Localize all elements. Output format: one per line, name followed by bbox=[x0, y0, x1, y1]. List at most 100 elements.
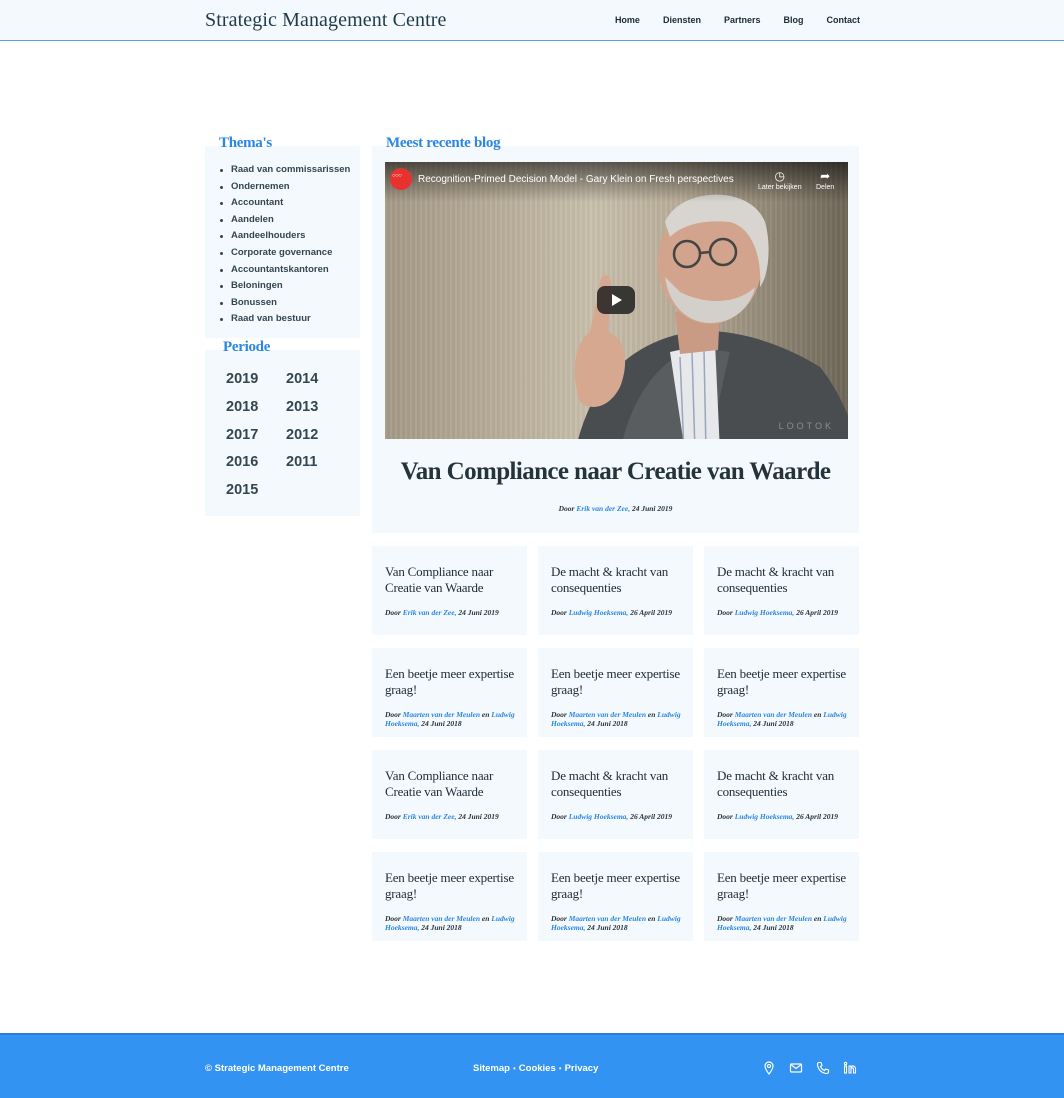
blog-card-title[interactable]: Een beetje meer expertise graag! bbox=[717, 666, 846, 698]
author-link[interactable]: Maarten van der Meulen bbox=[569, 710, 646, 719]
blog-card[interactable]: Een beetje meer expertise graag! Door Maa… bbox=[704, 648, 859, 737]
mail-icon[interactable] bbox=[789, 1061, 803, 1075]
byline-prefix: Door bbox=[551, 608, 567, 617]
blog-card[interactable]: Een beetje meer expertise graag! Door Maa… bbox=[538, 648, 693, 737]
year-link[interactable]: 2011 bbox=[286, 452, 346, 473]
location-icon[interactable] bbox=[762, 1061, 776, 1075]
thema-item[interactable]: Aandeelhouders bbox=[219, 228, 350, 245]
channel-logo-icon[interactable] bbox=[390, 168, 412, 190]
phone-icon[interactable] bbox=[816, 1061, 830, 1075]
blog-card[interactable]: Een beetje meer expertise graag! Door Maa… bbox=[372, 648, 527, 737]
blog-card-title[interactable]: Een beetje meer expertise graag! bbox=[385, 666, 514, 698]
author-link[interactable]: Maarten van der Meulen bbox=[403, 914, 480, 923]
blog-card[interactable]: De macht & kracht van consequenties Door … bbox=[538, 750, 693, 839]
byline-conjunction: en bbox=[481, 710, 490, 719]
nav-diensten[interactable]: Diensten bbox=[663, 15, 701, 25]
blog-card[interactable]: Een beetje meer expertise graag! Door Maa… bbox=[538, 852, 693, 941]
recent-blog-title: Meest recente blog bbox=[386, 135, 501, 151]
thema-item[interactable]: Raad van commissarissen bbox=[219, 162, 350, 179]
blog-card-title[interactable]: Een beetje meer expertise graag! bbox=[717, 870, 846, 902]
blog-card[interactable]: Van Compliance naar Creatie van Waarde Do… bbox=[372, 546, 527, 635]
author-link[interactable]: Maarten van der Meulen bbox=[735, 710, 812, 719]
thema-item[interactable]: Aandelen bbox=[219, 212, 350, 229]
thema-item[interactable]: Ondernemen bbox=[219, 179, 350, 196]
byline-prefix: Door bbox=[717, 710, 733, 719]
byline-date: 26 April 2019 bbox=[630, 812, 672, 821]
nav-contact[interactable]: Contact bbox=[827, 15, 861, 25]
nav-partners[interactable]: Partners bbox=[724, 15, 761, 25]
thema-item[interactable]: Accountant bbox=[219, 195, 350, 212]
blog-card-title[interactable]: Een beetje meer expertise graag! bbox=[385, 870, 514, 902]
year-link[interactable]: 2015 bbox=[226, 480, 286, 501]
byline-prefix: Door bbox=[551, 710, 567, 719]
video-title[interactable]: Recognition-Primed Decision Model - Gary… bbox=[418, 174, 734, 185]
privacy-link[interactable]: Privacy bbox=[565, 1063, 599, 1074]
author-link[interactable]: Maarten van der Meulen bbox=[735, 914, 812, 923]
blog-card-title[interactable]: Van Compliance naar Creatie van Waarde bbox=[385, 564, 514, 596]
author-link[interactable]: Ludwig Hoeksema, bbox=[735, 608, 795, 617]
periode-title: Periode bbox=[223, 339, 271, 355]
share-label: Delen bbox=[816, 184, 835, 191]
play-button[interactable] bbox=[597, 286, 635, 314]
year-link[interactable]: 2017 bbox=[226, 425, 286, 446]
byline-date: 24 Juni 2019 bbox=[458, 608, 499, 617]
blog-card[interactable]: De macht & kracht van consequenties Door … bbox=[538, 546, 693, 635]
featured-blog-title[interactable]: Van Compliance naar Creatie van Waarde bbox=[372, 458, 859, 486]
author-link[interactable]: Ludwig Hoeksema, bbox=[569, 812, 629, 821]
blog-card-title[interactable]: Een beetje meer expertise graag! bbox=[551, 870, 680, 902]
byline-conjunction: en bbox=[647, 914, 656, 923]
year-link[interactable]: 2012 bbox=[286, 425, 346, 446]
share-button[interactable]: ➦ Delen bbox=[816, 168, 834, 191]
byline-date: 26 April 2019 bbox=[630, 608, 672, 617]
blog-card-title[interactable]: Van Compliance naar Creatie van Waarde bbox=[385, 768, 514, 800]
nav-home[interactable]: Home bbox=[615, 15, 640, 25]
year-link[interactable]: 2019 bbox=[226, 369, 286, 390]
themas-list: Raad van commissarissen Ondernemen Accou… bbox=[219, 162, 350, 328]
year-link[interactable]: 2018 bbox=[226, 397, 286, 418]
blog-card[interactable]: Van Compliance naar Creatie van Waarde Do… bbox=[372, 750, 527, 839]
blog-card[interactable]: Een beetje meer expertise graag! Door Maa… bbox=[372, 852, 527, 941]
author-link[interactable]: Maarten van der Meulen bbox=[569, 914, 646, 923]
byline-date: 26 April 2019 bbox=[796, 812, 838, 821]
author-link[interactable]: Maarten van der Meulen bbox=[403, 710, 480, 719]
blog-card[interactable]: Een beetje meer expertise graag! Door Maa… bbox=[704, 852, 859, 941]
author-link[interactable]: Erik van der Zee, bbox=[403, 608, 457, 617]
byline-date: 24 Juni 2018 bbox=[753, 923, 794, 932]
author-link[interactable]: Ludwig Hoeksema, bbox=[735, 812, 795, 821]
author-link[interactable]: Erik van der Zee, bbox=[576, 504, 630, 513]
byline-prefix: Door bbox=[551, 812, 567, 821]
site-header: Strategic Management Centre Home Dienste… bbox=[0, 0, 1064, 41]
thema-item[interactable]: Raad van bestuur bbox=[219, 311, 350, 328]
blog-card-title[interactable]: De macht & kracht van consequenties bbox=[717, 768, 846, 800]
year-link[interactable]: 2014 bbox=[286, 369, 346, 390]
blog-card-title[interactable]: De macht & kracht van consequenties bbox=[717, 564, 846, 596]
author-link[interactable]: Ludwig Hoeksema, bbox=[569, 608, 629, 617]
watch-later-button[interactable]: ◷ Later bekijken bbox=[758, 168, 802, 191]
byline-prefix: Door bbox=[558, 504, 575, 513]
blog-card-byline: Door Erik van der Zee, 24 Juni 2019 bbox=[385, 608, 520, 617]
year-link[interactable]: 2013 bbox=[286, 397, 346, 418]
thema-item[interactable]: Beloningen bbox=[219, 278, 350, 295]
linkedin-icon[interactable] bbox=[843, 1061, 857, 1075]
nav-blog[interactable]: Blog bbox=[784, 15, 804, 25]
thema-item[interactable]: Corporate governance bbox=[219, 245, 350, 262]
blog-card-title[interactable]: De macht & kracht van consequenties bbox=[551, 564, 680, 596]
site-brand[interactable]: Strategic Management Centre bbox=[205, 9, 447, 32]
video-thumbnail-person bbox=[574, 194, 848, 439]
blog-card[interactable]: De macht & kracht van consequenties Door … bbox=[704, 750, 859, 839]
byline-conjunction: en bbox=[813, 710, 822, 719]
byline-date: 24 Juni 2018 bbox=[753, 719, 794, 728]
blog-card[interactable]: De macht & kracht van consequenties Door … bbox=[704, 546, 859, 635]
featured-byline: Door Erik van der Zee, 24 Juni 2019 bbox=[372, 504, 859, 513]
cookies-link[interactable]: Cookies bbox=[519, 1063, 556, 1074]
byline-prefix: Door bbox=[385, 608, 401, 617]
sitemap-link[interactable]: Sitemap bbox=[473, 1063, 510, 1074]
author-link[interactable]: Erik van der Zee, bbox=[403, 812, 457, 821]
blog-card-title[interactable]: Een beetje meer expertise graag! bbox=[551, 666, 680, 698]
thema-item[interactable]: Accountantskantoren bbox=[219, 262, 350, 279]
footer-icons bbox=[762, 1061, 857, 1075]
year-link[interactable]: 2016 bbox=[226, 452, 286, 473]
blog-card-title[interactable]: De macht & kracht van consequenties bbox=[551, 768, 680, 800]
thema-item[interactable]: Bonussen bbox=[219, 295, 350, 312]
video-player[interactable]: Recognition-Primed Decision Model - Gary… bbox=[385, 162, 848, 439]
